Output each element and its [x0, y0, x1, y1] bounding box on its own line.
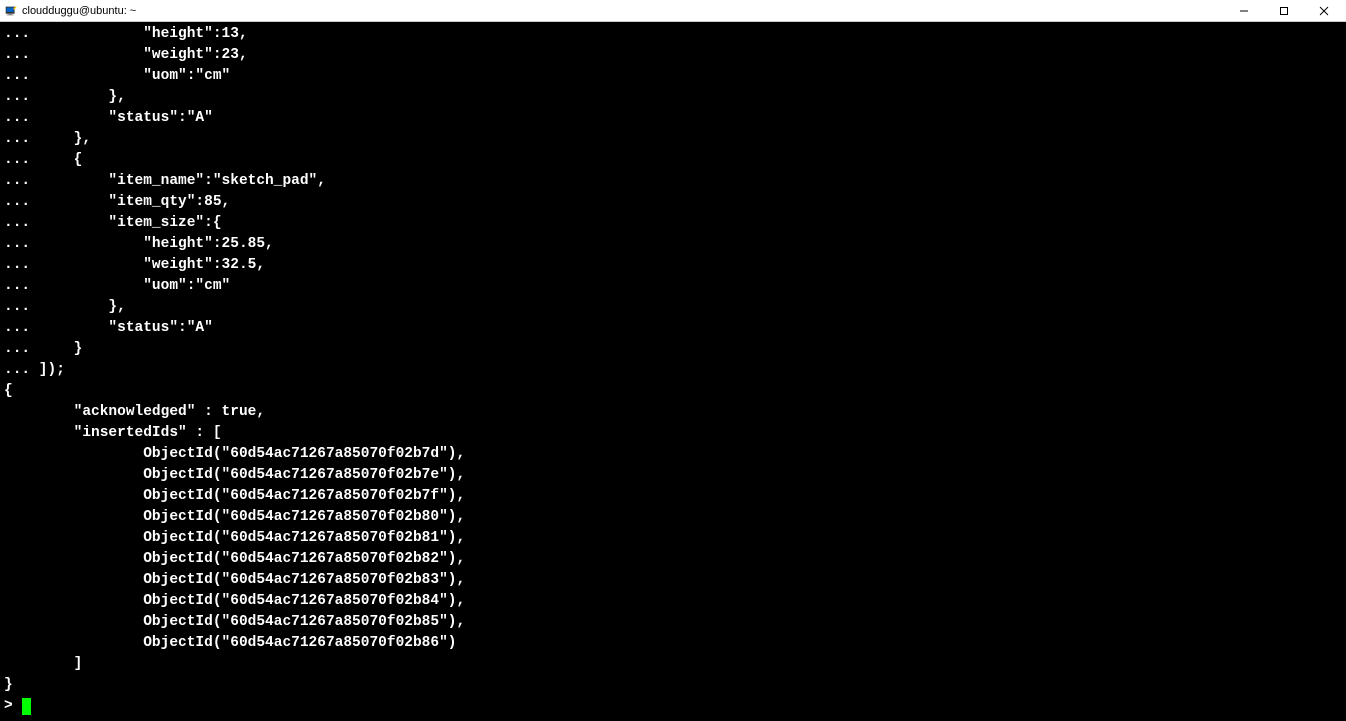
window-controls: [1224, 1, 1344, 21]
putty-icon: [4, 4, 18, 18]
minimize-button[interactable]: [1224, 1, 1264, 21]
prompt-text: >: [4, 696, 21, 717]
maximize-button[interactable]: [1264, 1, 1304, 21]
window-title: cloudduggu@ubuntu: ~: [22, 5, 136, 17]
close-button[interactable]: [1304, 1, 1344, 21]
titlebar-left: cloudduggu@ubuntu: ~: [4, 4, 136, 18]
terminal-window: cloudduggu@ubuntu: ~ ... "height":13, ..…: [0, 0, 1346, 721]
terminal-area[interactable]: ... "height":13, ... "weight":23, ... "u…: [0, 22, 1346, 721]
terminal-output: ... "height":13, ... "weight":23, ... "u…: [4, 24, 1342, 696]
cursor: [22, 698, 31, 715]
titlebar[interactable]: cloudduggu@ubuntu: ~: [0, 0, 1346, 22]
prompt-line: >: [4, 696, 1342, 717]
